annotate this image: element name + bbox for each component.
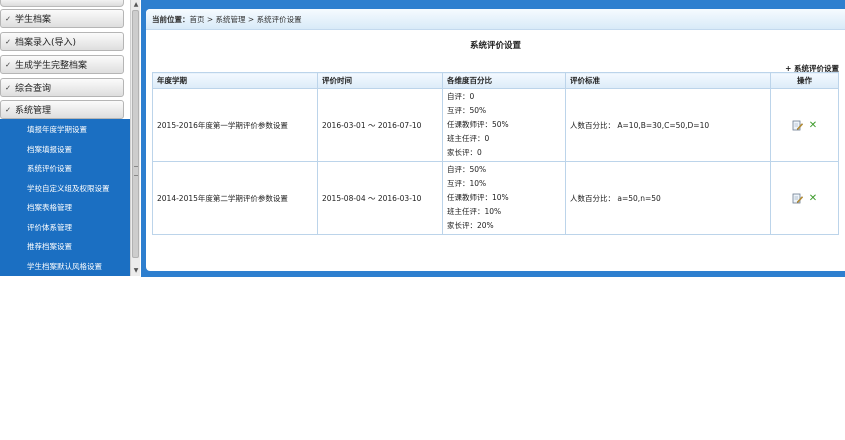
period-cell: 2016-03-01 ～ 2016-07-10 xyxy=(317,88,443,162)
submenu-item-recommend[interactable]: 推荐档案设置 xyxy=(0,237,124,256)
submenu-label: 档案表格管理 xyxy=(27,203,72,212)
content-panel: 当前位置： 首页 > 系统管理 > 系统评价设置 系统评价设置 + 系统评价设置… xyxy=(146,9,845,271)
edit-icon[interactable] xyxy=(792,120,803,131)
menu-query[interactable]: ✓ 综合查询 xyxy=(0,78,124,97)
submenu-label: 系统评价设置 xyxy=(27,164,72,173)
breadcrumb-path: 首页 > 系统管理 > 系统评价设置 xyxy=(189,14,302,24)
menu-student-archive[interactable]: ✓ 学生档案 xyxy=(0,9,124,28)
sidebar: ✓ 学生档案 ✓ 档案录入(导入) ✓ 生成学生完整档案 ✓ 综合查询 ✓ 系统… xyxy=(0,0,130,276)
delete-icon[interactable]: ✕ xyxy=(809,120,817,131)
chevron-down-icon: ✓ xyxy=(5,83,11,92)
submenu-item-custom-group[interactable]: 学校自定义组及权限设置 xyxy=(0,179,124,198)
grip-icon xyxy=(134,166,138,176)
menu-label: 学生档案 xyxy=(15,15,52,25)
menu-label: 生成学生完整档案 xyxy=(15,61,88,71)
submenu-label: 学校自定义组及权限设置 xyxy=(27,184,110,193)
submenu-item-table-management[interactable]: 档案表格管理 xyxy=(0,198,124,217)
breadcrumb-prefix: 当前位置： xyxy=(152,14,190,24)
dimension-line: 互评：10% xyxy=(447,179,487,188)
submenu-system-management: 填报年度学期设置 档案填报设置 系统评价设置 学校自定义组及权限设置 档案表格管… xyxy=(0,119,130,276)
submenu-item-evaluation-setting[interactable]: 系统评价设置 xyxy=(0,159,124,178)
column-header: 各维度百分比 xyxy=(442,72,566,89)
sidebar-scrollbar[interactable]: ▲ ▼ xyxy=(130,0,140,276)
menu-header-collapsed[interactable] xyxy=(0,0,124,7)
dimension-cell: 自评：50% 互评：10% 任课教师评：10% 班主任评：10% 家长评：20% xyxy=(442,161,566,235)
scroll-thumb[interactable] xyxy=(132,10,139,258)
chevron-down-icon: ✓ xyxy=(5,37,11,46)
term-cell: 2014-2015年度第二学期评价参数设置 xyxy=(152,161,318,235)
menu-label: 系统管理 xyxy=(15,106,52,116)
menu-generate-archive[interactable]: ✓ 生成学生完整档案 xyxy=(0,55,124,74)
dimension-line: 班主任评：10% xyxy=(447,207,502,216)
menu-archive-import[interactable]: ✓ 档案录入(导入) xyxy=(0,32,124,51)
submenu-label: 档案填报设置 xyxy=(27,145,72,154)
submenu-item-term-setting[interactable]: 填报年度学期设置 xyxy=(0,120,124,139)
submenu-label: 学生档案默认风格设置 xyxy=(27,262,102,271)
standard-cell: 人数百分比： a=50,n=50 xyxy=(565,161,771,235)
standard-cell: 人数百分比： A=10,B=30,C=50,D=10 xyxy=(565,88,771,162)
column-header: 年度学期 xyxy=(152,72,318,89)
chevron-down-icon: ✓ xyxy=(5,105,11,114)
page-title: 系统评价设置 xyxy=(469,41,521,51)
term-cell: 2015-2016年度第一学期评价参数设置 xyxy=(152,88,318,162)
dimension-cell: 自评：0 互评：50% 任课教师评：50% 班主任评：0 家长评：0 xyxy=(442,88,566,162)
dimension-line: 自评：0 xyxy=(447,92,475,101)
scroll-up-arrow-icon[interactable]: ▲ xyxy=(132,0,140,9)
dimension-line: 互评：50% xyxy=(447,106,487,115)
menu-system-management[interactable]: ✓ 系统管理 xyxy=(0,100,124,119)
dimension-line: 任课教师评：10% xyxy=(447,193,509,202)
submenu-item-evaluation-system[interactable]: 评价体系管理 xyxy=(0,218,124,237)
evaluation-settings-table: 年度学期 评价时间 各维度百分比 评价标准 操作 2015-2016年度第一学期… xyxy=(152,72,839,235)
menu-label: 档案录入(导入) xyxy=(15,38,77,48)
edit-icon[interactable] xyxy=(792,193,803,204)
submenu-item-default-style[interactable]: 学生档案默认风格设置 xyxy=(0,257,124,276)
chevron-down-icon: ✓ xyxy=(5,60,11,69)
column-header: 评价时间 xyxy=(317,72,443,89)
submenu-label: 评价体系管理 xyxy=(27,223,72,232)
dimension-line: 家长评：0 xyxy=(447,148,482,157)
column-header: 评价标准 xyxy=(565,72,771,89)
breadcrumb: 当前位置： 首页 > 系统管理 > 系统评价设置 xyxy=(146,9,845,30)
dimension-line: 班主任评：0 xyxy=(447,134,490,143)
operations-cell: ✕ xyxy=(770,88,839,162)
table-row: 2014-2015年度第二学期评价参数设置 2015-08-04 ～ 2016-… xyxy=(152,161,839,235)
dimension-line: 家长评：20% xyxy=(447,221,494,230)
content-frame: 当前位置： 首页 > 系统管理 > 系统评价设置 系统评价设置 + 系统评价设置… xyxy=(141,0,845,277)
submenu-label: 填报年度学期设置 xyxy=(27,125,87,134)
submenu-item-fill-setting[interactable]: 档案填报设置 xyxy=(0,140,124,159)
period-cell: 2015-08-04 ～ 2016-03-10 xyxy=(317,161,443,235)
delete-icon[interactable]: ✕ xyxy=(809,193,817,204)
menu-label: 综合查询 xyxy=(15,84,52,94)
dimension-line: 自评：50% xyxy=(447,165,487,174)
chevron-down-icon: ✓ xyxy=(5,14,11,23)
operations-cell: ✕ xyxy=(770,161,839,235)
scroll-down-arrow-icon[interactable]: ▼ xyxy=(132,266,140,275)
table-row: 2015-2016年度第一学期评价参数设置 2016-03-01 ～ 2016-… xyxy=(152,88,839,162)
dimension-line: 任课教师评：50% xyxy=(447,120,509,129)
column-header: 操作 xyxy=(770,72,839,89)
table-header-row: 年度学期 评价时间 各维度百分比 评价标准 操作 xyxy=(152,72,839,89)
submenu-label: 推荐档案设置 xyxy=(27,242,72,251)
